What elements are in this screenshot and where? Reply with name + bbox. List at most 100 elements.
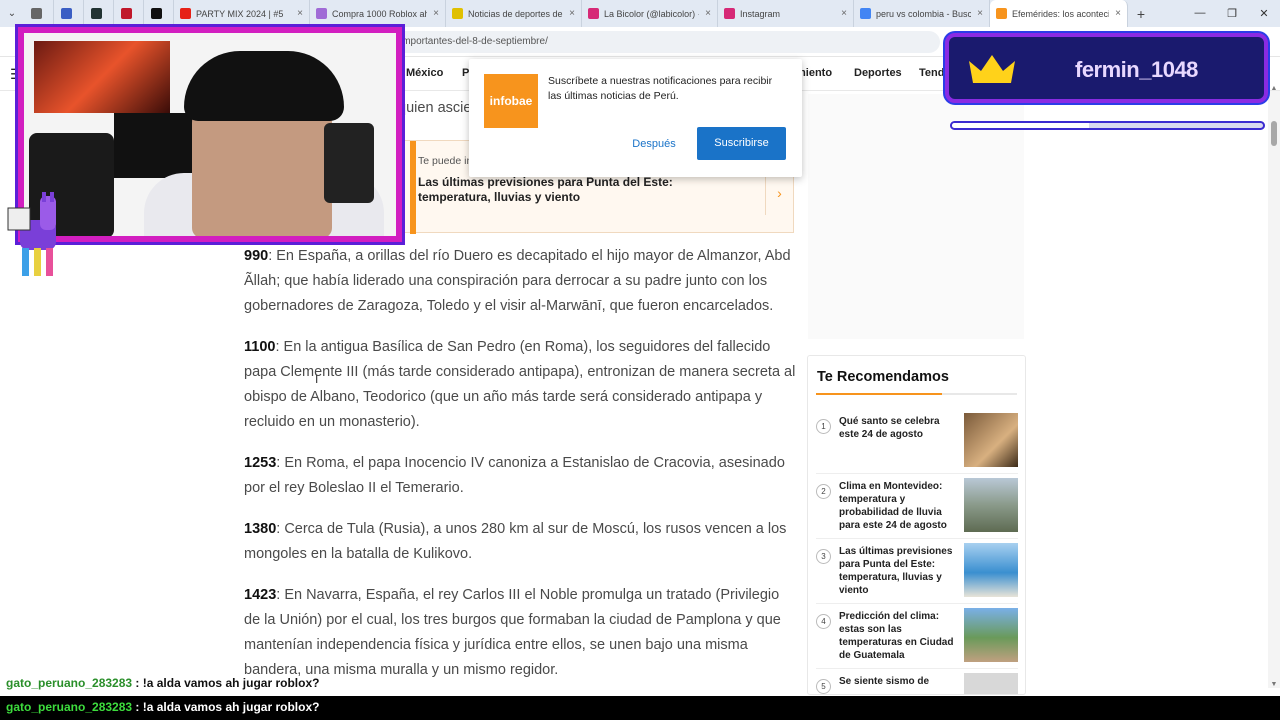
popup-message: Suscríbete a nuestras notificaciones par… bbox=[548, 75, 773, 102]
browser-tab[interactable] bbox=[24, 0, 54, 27]
browser-tab[interactable]: Noticias de deportes de × bbox=[446, 0, 582, 27]
browser-tab[interactable]: Compra 1000 Roblox aho × bbox=[310, 0, 446, 27]
progress-track bbox=[950, 121, 1265, 130]
rec-title[interactable]: Predicción del clima: estas son las temp… bbox=[839, 610, 959, 662]
rec-item[interactable]: 3 Las últimas previsiones para Punta del… bbox=[816, 543, 1018, 604]
close-tab-icon[interactable]: × bbox=[699, 8, 711, 19]
url-text: importantes-del-8-de-septiembre/ bbox=[400, 36, 548, 47]
chat-username: gato_peruano_283283 bbox=[6, 700, 133, 714]
crown-icon bbox=[969, 55, 1015, 83]
browser-tab[interactable] bbox=[144, 0, 174, 27]
kick-icon bbox=[150, 8, 162, 19]
year-label: 1100 bbox=[244, 339, 276, 355]
rec-number: 1 bbox=[816, 419, 831, 434]
close-tab-icon[interactable]: × bbox=[291, 8, 303, 19]
rec-number: 3 bbox=[816, 549, 831, 564]
paragraph-text: : En Navarra, España, el rey Carlos III … bbox=[244, 587, 781, 678]
rec-item[interactable]: 1 Qué santo se celebra este 24 de agosto bbox=[816, 413, 1018, 474]
rec-title[interactable]: Se siente sismo de bbox=[839, 675, 959, 688]
instagram-icon bbox=[588, 8, 599, 19]
chat-username: gato_peruano_283283 bbox=[6, 676, 133, 690]
paragraph-1253: 1253: En Roma, el papa Inocencio IV cano… bbox=[244, 451, 796, 501]
subscriber-name: fermin_1048 bbox=[1075, 57, 1198, 82]
later-button[interactable]: Después bbox=[619, 129, 689, 160]
rec-title[interactable]: Las últimas previsiones para Punta del E… bbox=[839, 545, 959, 597]
rec-title[interactable]: Clima en Montevideo: temperatura y proba… bbox=[839, 480, 959, 532]
rec-title[interactable]: Qué santo se celebra este 24 de agosto bbox=[839, 415, 959, 441]
browser-tab[interactable]: La Bicolor (@labicolor) · × bbox=[582, 0, 718, 27]
news-icon bbox=[452, 8, 463, 19]
infobae-icon bbox=[996, 8, 1007, 19]
browser-tab[interactable]: Instagram × bbox=[718, 0, 854, 27]
chat-separator: : bbox=[132, 700, 143, 714]
paragraph-990: 990: En España, a orillas del río Duero … bbox=[244, 244, 796, 319]
subscriber-progress bbox=[950, 109, 1265, 131]
nav-item-mexico[interactable]: México bbox=[406, 67, 443, 79]
tab-search-chevron-icon[interactable]: ⌄ bbox=[0, 0, 24, 27]
recommendations-title: Te Recomendamos bbox=[817, 369, 949, 385]
download-icon bbox=[60, 8, 72, 19]
new-tab-button[interactable]: + bbox=[1128, 6, 1154, 22]
close-tab-icon[interactable]: × bbox=[1109, 8, 1121, 19]
close-tab-icon[interactable]: × bbox=[971, 8, 983, 19]
paragraph-text: : En Roma, el papa Inocencio IV canoniza… bbox=[244, 455, 785, 496]
progress-fill bbox=[952, 123, 1089, 128]
rec-thumbnail[interactable] bbox=[964, 413, 1018, 467]
rec-thumbnail[interactable] bbox=[964, 478, 1018, 532]
paragraph-text: : En España, a orillas del río Duero es … bbox=[244, 248, 791, 314]
text-cursor-icon: I bbox=[315, 372, 319, 386]
scroll-up-icon[interactable]: ▲ bbox=[1268, 85, 1280, 92]
page-scrollbar[interactable]: ▲ ▼ bbox=[1268, 85, 1280, 688]
tab-title: Instagram bbox=[740, 8, 781, 19]
browser-tab[interactable]: PARTY MIX 2024 | #5 × bbox=[174, 0, 310, 27]
year-label: 990 bbox=[244, 248, 269, 264]
rec-thumbnail[interactable] bbox=[964, 608, 1018, 662]
wall-poster bbox=[34, 41, 170, 113]
scrollbar-thumb[interactable] bbox=[1271, 121, 1277, 146]
chat-message-overlay: gato_peruano_283283 : !a alda vamos ah j… bbox=[6, 676, 320, 690]
chevron-right-icon[interactable]: › bbox=[765, 171, 793, 215]
browser-tab[interactable]: peru vs colombia - Busc × bbox=[854, 0, 990, 27]
tab-strip: ⌄ PARTY MIX 2024 | #5 × Compra 1000 Roblox… bbox=[0, 0, 1280, 27]
close-tab-icon[interactable]: × bbox=[427, 8, 439, 19]
divider bbox=[816, 668, 1018, 669]
restore-icon[interactable]: ❐ bbox=[1216, 7, 1248, 20]
rec-thumbnail[interactable] bbox=[964, 673, 1018, 694]
window-controls: — ❐ ✕ bbox=[1184, 7, 1280, 20]
nav-item-deportes[interactable]: Deportes bbox=[854, 67, 902, 79]
chat-text: !a alda vamos ah jugar roblox? bbox=[142, 676, 320, 690]
browser-tab[interactable] bbox=[114, 0, 144, 27]
close-tab-icon[interactable]: × bbox=[563, 8, 575, 19]
browser-tab[interactable] bbox=[54, 0, 84, 27]
rec-item[interactable]: 2 Clima en Montevideo: temperatura y pro… bbox=[816, 478, 1018, 539]
webcam-overlay bbox=[18, 27, 402, 242]
youtube-icon bbox=[180, 8, 191, 19]
related-title[interactable]: Las últimas previsiones para Punta del E… bbox=[418, 175, 748, 205]
browser-tab[interactable]: Efemérides: los aconteci × bbox=[990, 0, 1128, 27]
rec-item[interactable]: 4 Predicción del clima: estas son las te… bbox=[816, 608, 1018, 669]
paragraph-text: : En la antigua Basílica de San Pedro (e… bbox=[244, 339, 796, 430]
year-label: 1423 bbox=[244, 587, 277, 603]
year-label: 1253 bbox=[244, 455, 277, 471]
paragraph-text: : Cerca de Tula (Rusia), a unos 280 km a… bbox=[244, 521, 787, 562]
tab-title: Noticias de deportes de bbox=[468, 8, 563, 19]
infobae-logo: infobae bbox=[484, 74, 538, 128]
rec-number: 4 bbox=[816, 614, 831, 629]
tab-title: Compra 1000 Roblox aho bbox=[332, 8, 428, 19]
divider bbox=[816, 603, 1018, 604]
tab-title: peru vs colombia - Busc bbox=[876, 8, 972, 19]
paragraph-1380: 1380: Cerca de Tula (Rusia), a unos 280 … bbox=[244, 517, 796, 567]
rec-thumbnail[interactable] bbox=[964, 543, 1018, 597]
chat-text: !a alda vamos ah jugar roblox? bbox=[142, 700, 320, 714]
related-accent-bar bbox=[410, 141, 416, 234]
minimize-icon[interactable]: — bbox=[1184, 7, 1216, 20]
streamer-hair bbox=[184, 51, 344, 121]
rec-item[interactable]: 5 Se siente sismo de bbox=[816, 673, 1018, 694]
close-tab-icon[interactable]: × bbox=[835, 8, 847, 19]
scroll-down-icon[interactable]: ▼ bbox=[1268, 681, 1280, 688]
subscribe-button[interactable]: Suscribirse bbox=[697, 127, 786, 160]
divider bbox=[816, 473, 1018, 474]
browser-tab[interactable] bbox=[84, 0, 114, 27]
tab-title: La Bicolor (@labicolor) · bbox=[604, 8, 700, 19]
close-window-icon[interactable]: ✕ bbox=[1248, 7, 1280, 20]
